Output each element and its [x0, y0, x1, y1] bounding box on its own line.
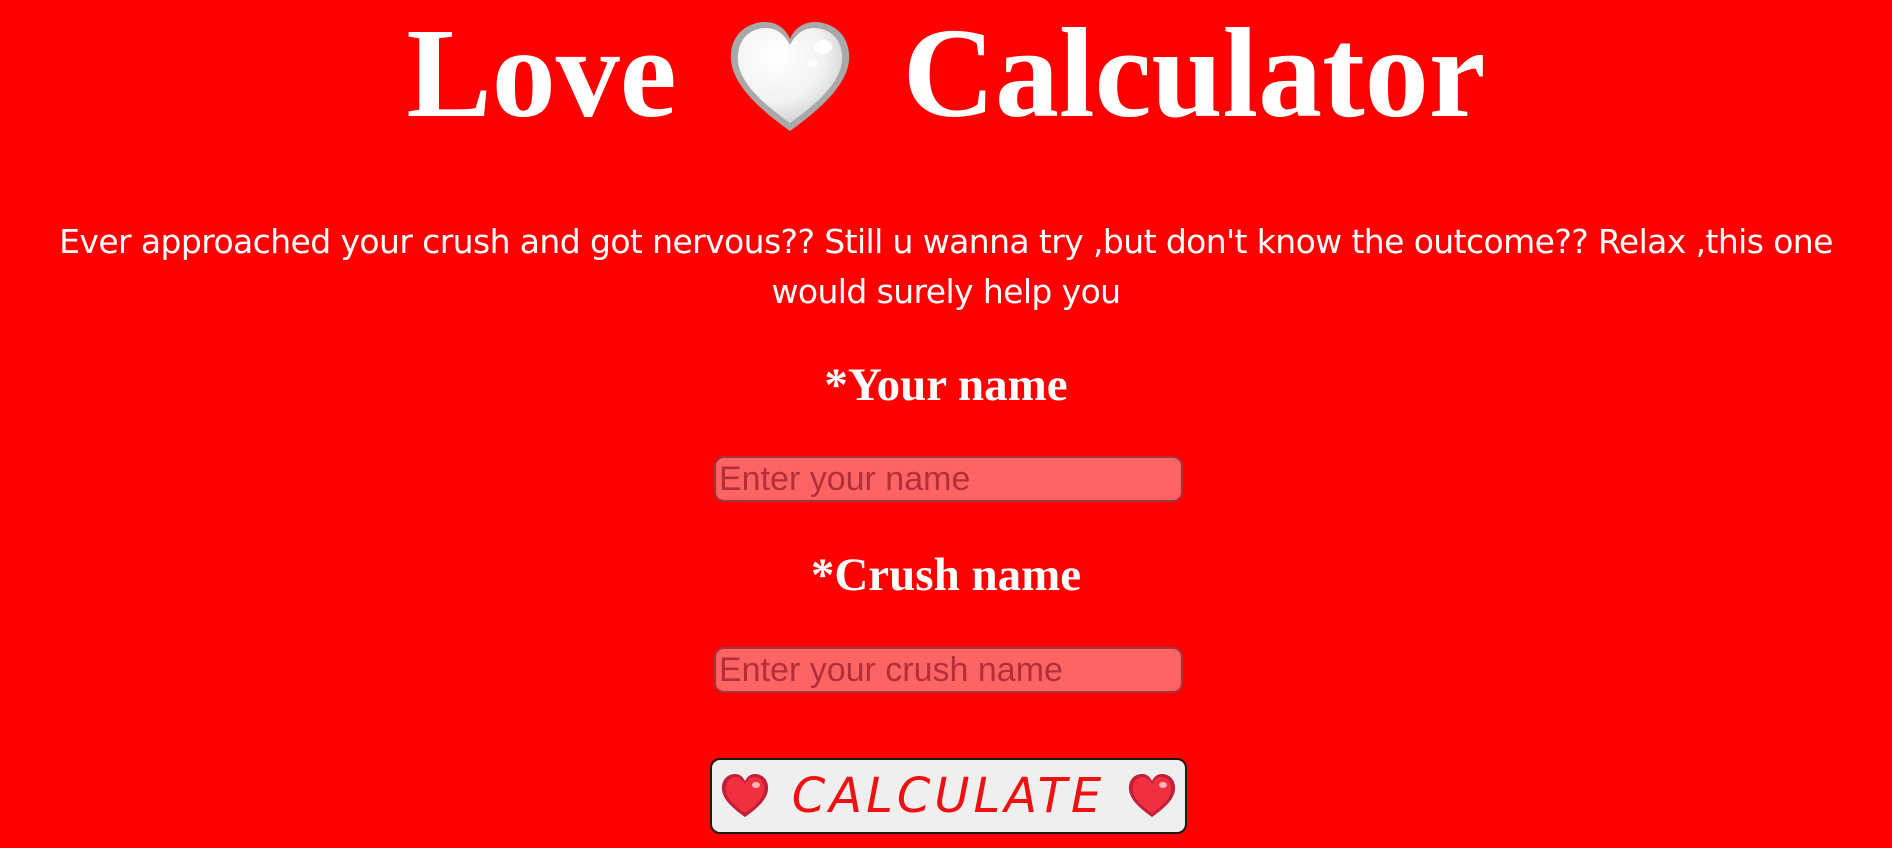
your-name-label: *Your name	[824, 359, 1068, 411]
intro-text: Ever approached your crush and got nervo…	[59, 222, 1833, 311]
red-heart-icon	[1129, 774, 1176, 817]
calculate-button[interactable]: CALCULATE	[710, 758, 1187, 834]
crush-name-label: *Crush name	[810, 549, 1082, 601]
red-heart-icon	[721, 774, 768, 817]
crush-name-input[interactable]	[714, 647, 1183, 693]
your-name-input[interactable]	[714, 456, 1183, 502]
white-heart-icon	[725, 17, 855, 137]
title-calculator: Calculator	[902, 1, 1486, 144]
page-title: Love Calculator	[0, 0, 1892, 148]
calculate-label: CALCULATE	[791, 768, 1106, 824]
title-love: Love	[406, 1, 677, 144]
